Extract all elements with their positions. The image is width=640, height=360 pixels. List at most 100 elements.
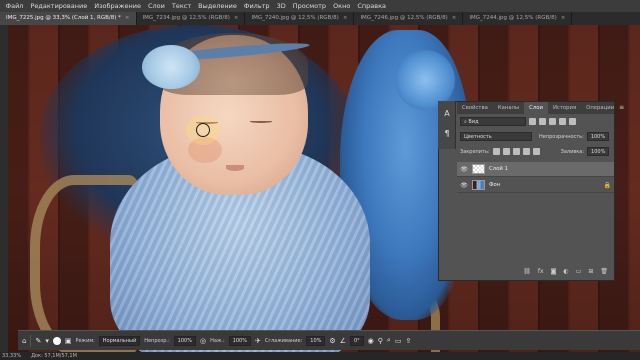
layer-name[interactable]: Фон — [489, 182, 500, 188]
home-icon[interactable]: ⌂ — [22, 337, 26, 345]
eye-icon[interactable]: 👁 — [460, 182, 468, 189]
photo-headband-flower — [142, 45, 200, 89]
share-icon[interactable]: ⇪ — [405, 337, 411, 345]
opacity-label: Непрозр.: — [144, 337, 170, 344]
lock-all-icon[interactable] — [532, 148, 540, 155]
status-bar: 33,33% Док: 57,1M/57,1M — [0, 352, 640, 360]
filter-pixel-icon[interactable] — [529, 118, 536, 125]
lock-artboard-icon[interactable] — [522, 148, 530, 155]
lock-move-icon[interactable] — [512, 148, 520, 155]
close-icon[interactable]: × — [343, 15, 348, 25]
paragraph-icon[interactable]: ¶ — [442, 129, 452, 139]
mask-icon[interactable]: ◙ — [551, 268, 557, 278]
layer-name[interactable]: Слой 1 — [489, 166, 508, 172]
fill-label: Заливка: — [560, 148, 585, 155]
photo-mouth — [226, 165, 244, 171]
angle-icon[interactable]: ∠ — [340, 337, 346, 345]
doc-tab-label: IMG_7240.jpg @ 12,5% (RGB/8) — [251, 15, 339, 21]
layer-thumbnail — [472, 164, 485, 174]
symmetry-icon[interactable]: ⚲ — [378, 337, 383, 345]
folder-icon[interactable]: ▭ — [576, 268, 582, 278]
doc-tab-label: IMG_7234.jpg @ 12,5% (RGB/8) — [142, 15, 230, 21]
fill-input[interactable]: 100% — [587, 147, 610, 156]
opacity-label: Непрозрачность: — [539, 133, 584, 140]
character-icon[interactable]: A — [442, 109, 452, 119]
menu-window[interactable]: Окно — [330, 2, 354, 10]
close-icon[interactable]: × — [561, 15, 566, 25]
panel-menu-icon[interactable]: ≡ — [619, 102, 628, 114]
menu-layers[interactable]: Слои — [144, 2, 168, 10]
close-icon[interactable]: × — [234, 15, 239, 25]
doc-tab-img-7225[interactable]: IMG_7225.jpg @ 33,3% (Слой 1, RGB/8) * × — [0, 12, 137, 25]
lock-transparent-icon[interactable] — [492, 148, 500, 155]
document-tabs: IMG_7225.jpg @ 33,3% (Слой 1, RGB/8) * ×… — [0, 12, 640, 25]
doc-tab-img-7244[interactable]: IMG_7244.jpg @ 12,5% (RGB/8) × — [463, 12, 573, 25]
tab-actions[interactable]: Операции — [581, 102, 619, 114]
pressure-label: Наж.: — [210, 337, 225, 344]
smoothing-input[interactable]: 10% — [306, 335, 326, 346]
search-icon[interactable]: ⌕ — [387, 336, 391, 345]
filter-adjust-icon[interactable] — [539, 118, 546, 125]
layer-filter-select[interactable]: ⌕ Вид — [460, 117, 526, 126]
brush-size-icon[interactable] — [52, 336, 61, 345]
menu-help[interactable]: Справка — [354, 2, 390, 10]
tool-options-bar: ⌂ ✎ ▾ ▣ Режим: Нормальный Непрозр.: 100%… — [18, 330, 640, 350]
search-icon: ⌕ — [464, 118, 467, 125]
zoom-readout[interactable]: 33,33% — [2, 353, 21, 359]
doc-tab-img-7240[interactable]: IMG_7240.jpg @ 12,5% (RGB/8) × — [245, 12, 355, 25]
pressure-size-icon[interactable]: ◉ — [368, 337, 374, 345]
blend-row: Цветность Непрозрачность: 100% — [457, 132, 614, 141]
pressure-input[interactable]: 100% — [228, 335, 251, 346]
filter-shape-icon[interactable] — [559, 118, 566, 125]
lock-paint-icon[interactable] — [502, 148, 510, 155]
mode-label: Режим: — [75, 337, 95, 344]
menu-filter[interactable]: Фильтр — [240, 2, 273, 10]
close-icon[interactable]: × — [452, 15, 457, 25]
link-icon[interactable]: ⛓ — [523, 268, 531, 278]
menu-image[interactable]: Изображение — [91, 2, 145, 10]
layers-panel: Свойства Каналы Слои История Операции ≡ … — [438, 101, 624, 281]
tab-properties[interactable]: Свойства — [457, 102, 493, 114]
tab-channels[interactable]: Каналы — [493, 102, 524, 114]
trash-icon[interactable]: 🗑 — [600, 268, 608, 278]
pressure-opacity-icon[interactable]: ◎ — [200, 337, 206, 345]
filter-text-icon[interactable] — [549, 118, 556, 125]
tab-history[interactable]: История — [548, 102, 581, 114]
fx-icon[interactable]: fx — [538, 268, 544, 278]
menu-3d[interactable]: 3D — [273, 2, 289, 10]
filter-smart-icon[interactable] — [569, 118, 576, 125]
layer-row-sloy1[interactable]: 👁 Слой 1 — [457, 162, 614, 177]
airbrush-icon[interactable]: ✈ — [255, 337, 261, 345]
close-icon[interactable]: × — [125, 15, 130, 25]
layer-row-fon[interactable]: 👁 Фон 🔒 — [457, 178, 614, 193]
angle-input[interactable]: 0° — [349, 335, 364, 346]
eye-icon[interactable]: 👁 — [460, 166, 468, 173]
opacity-input[interactable]: 100% — [586, 132, 610, 141]
doc-tab-img-7234[interactable]: IMG_7234.jpg @ 12,5% (RGB/8) × — [137, 12, 246, 25]
chevron-down-icon[interactable]: ▾ — [45, 337, 49, 345]
menu-text[interactable]: Текст — [168, 2, 194, 10]
tab-layers[interactable]: Слои — [524, 102, 548, 114]
lock-label: Закрепить: — [460, 148, 490, 155]
doc-tab-label: IMG_7244.jpg @ 12,5% (RGB/8) — [469, 15, 557, 21]
menu-file[interactable]: Файл — [2, 2, 27, 10]
doc-tab-label: IMG_7225.jpg @ 33,3% (Слой 1, RGB/8) * — [6, 15, 121, 21]
brush-cursor-icon — [196, 123, 210, 137]
panel-footer: ⛓ fx ◙ ◐ ▭ ⊞ 🗑 — [457, 268, 614, 278]
menu-edit[interactable]: Редактирование — [27, 2, 91, 10]
brush-panel-icon[interactable]: ▣ — [65, 337, 72, 345]
menu-select[interactable]: Выделение — [195, 2, 241, 10]
blend-mode-select[interactable]: Цветность — [460, 132, 532, 141]
mode-select[interactable]: Нормальный — [98, 335, 141, 346]
gear-icon[interactable]: ⚙ — [329, 337, 335, 345]
new-layer-icon[interactable]: ⊞ — [588, 268, 593, 278]
menu-bar: Файл Редактирование Изображение Слои Тек… — [0, 0, 640, 12]
workspace-icon[interactable]: ▭ — [395, 337, 402, 345]
doc-tab-img-7246[interactable]: IMG_7246.jpg @ 12,5% (RGB/8) × — [354, 12, 464, 25]
opacity-input[interactable]: 100% — [173, 335, 196, 346]
layer-filter-row: ⌕ Вид — [457, 117, 614, 126]
menu-view[interactable]: Просмотр — [289, 2, 329, 10]
brush-icon[interactable]: ✎ — [35, 337, 41, 345]
adjustment-icon[interactable]: ◐ — [563, 268, 568, 278]
layer-thumbnail — [472, 180, 485, 190]
